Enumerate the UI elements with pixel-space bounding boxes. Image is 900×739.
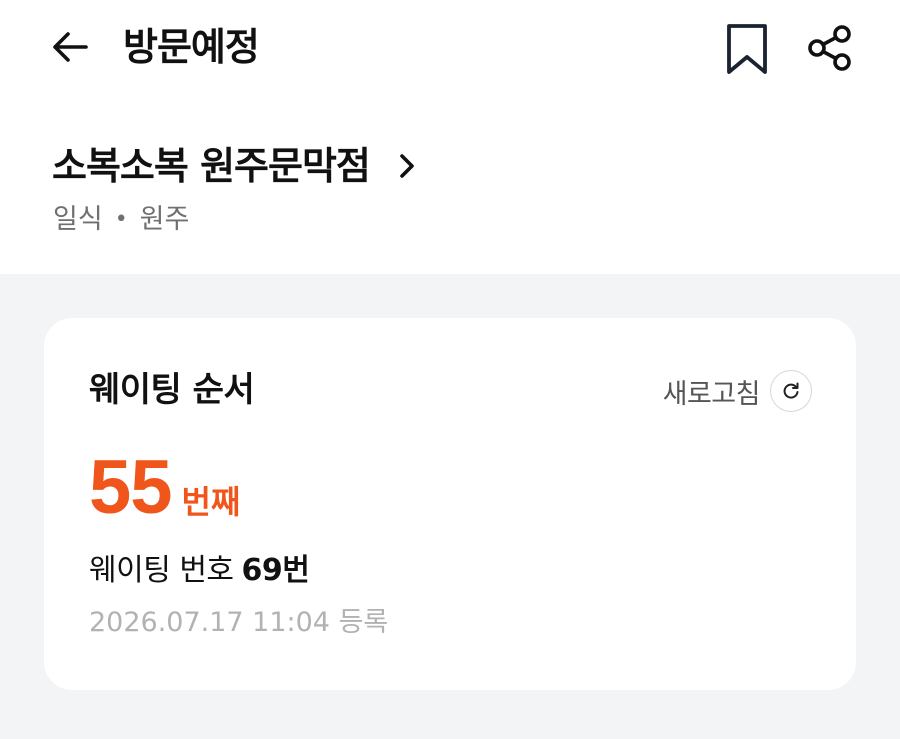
app-header: 방문예정 bbox=[0, 0, 900, 96]
registered-time: 2026.07.17 11:04 등록 bbox=[89, 607, 389, 638]
waiting-number-row: 웨이팅 번호 69번 bbox=[89, 550, 310, 592]
refresh-label: 새로고침 bbox=[662, 378, 761, 410]
store-location: 원주 bbox=[139, 204, 190, 235]
bookmark-icon bbox=[727, 24, 767, 74]
card-title: 웨이팅 순서 bbox=[89, 370, 255, 410]
rank-unit: 번째 bbox=[181, 483, 241, 521]
refresh-icon bbox=[770, 370, 812, 412]
store-name: 소복소복 원주문막점 bbox=[52, 144, 371, 188]
share-icon bbox=[808, 25, 851, 71]
store-category: 일식 bbox=[53, 204, 103, 235]
share-button[interactable] bbox=[804, 22, 856, 74]
page-title: 방문예정 bbox=[123, 25, 260, 69]
store-info: 소복소복 원주문막점 일식 • 원주 bbox=[0, 96, 900, 274]
store-link[interactable]: 소복소복 원주문막점 bbox=[52, 140, 422, 192]
waiting-number-label: 웨이팅 번호 bbox=[89, 553, 234, 588]
arrow-left-icon bbox=[53, 32, 88, 62]
waiting-rank: 55 번째 bbox=[89, 446, 240, 530]
waiting-card: 웨이팅 순서 새로고침 55 번째 웨이팅 번호 69번 2026.07.17 1… bbox=[44, 318, 856, 690]
refresh-button[interactable]: 새로고침 bbox=[663, 370, 812, 412]
meta-separator: • bbox=[114, 207, 128, 232]
rank-number: 55 bbox=[89, 445, 173, 530]
bookmark-button[interactable] bbox=[722, 22, 772, 76]
back-button[interactable] bbox=[50, 26, 92, 68]
waiting-number: 69번 bbox=[241, 553, 310, 588]
chevron-right-icon bbox=[400, 154, 414, 178]
page: 방문예정 소복소복 원주문막점 일식 • 원주 웨이팅 순서 새로고침 55 번… bbox=[0, 0, 900, 739]
store-meta: 일식 • 원주 bbox=[53, 202, 189, 238]
